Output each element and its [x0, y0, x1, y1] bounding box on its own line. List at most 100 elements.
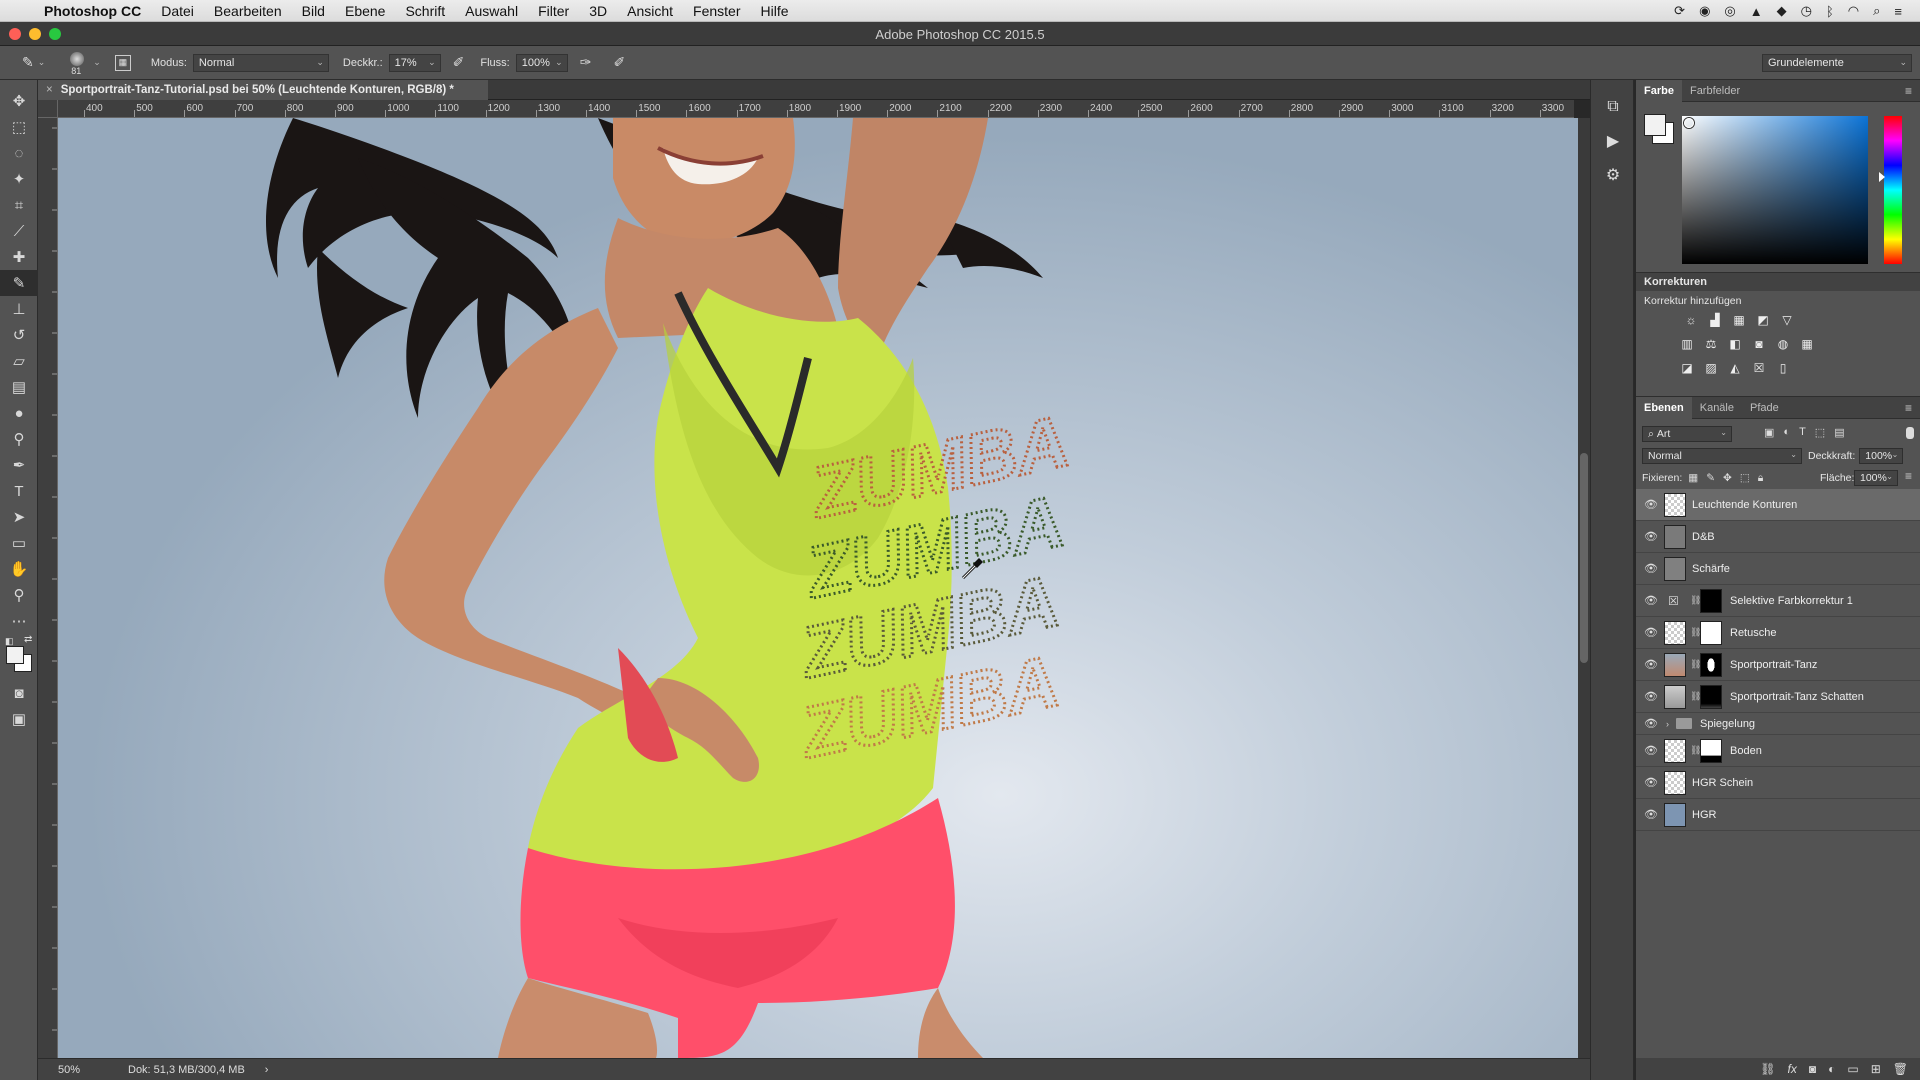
lasso-tool-icon[interactable]: ◌ [0, 140, 38, 166]
menu-bild[interactable]: Bild [302, 3, 325, 19]
dodge-tool-icon[interactable]: ⚲ [0, 426, 38, 452]
opacity-input[interactable]: 100% ⌄ [1859, 448, 1904, 464]
layer-mask-thumbnail[interactable] [1700, 589, 1722, 613]
lock-artboard-icon[interactable]: ⬚ [1740, 472, 1750, 485]
healing-brush-icon[interactable]: ✚ [0, 244, 38, 270]
layer-name[interactable]: Leuchtende Konturen [1692, 499, 1797, 511]
image-canvas[interactable]: ZUMBA ZUMBA ZUMBA ZUMBA [58, 118, 1578, 1058]
crop-tool-icon[interactable]: ⌗ [0, 192, 38, 218]
filter-toggle[interactable] [1906, 427, 1914, 439]
hue-saturation-icon[interactable]: ▥ [1678, 335, 1696, 353]
scroll-thumb[interactable] [1580, 453, 1588, 663]
hue-slider[interactable] [1879, 116, 1902, 264]
layer-name[interactable]: HGR [1692, 809, 1716, 821]
visibility-eye-icon[interactable]: 👁︎ [1644, 658, 1658, 671]
channel-mixer-icon[interactable]: ◍ [1774, 335, 1792, 353]
new-group-icon[interactable]: ▭ [1847, 1062, 1858, 1076]
visibility-eye-icon[interactable]: 👁︎ [1644, 808, 1658, 821]
quick-mask-icon[interactable]: ◙ [0, 680, 38, 706]
curves-icon[interactable]: ▦ [1730, 311, 1748, 329]
panel-menu-icon[interactable]: ≡ [1905, 401, 1912, 415]
time-machine-icon[interactable]: ◷ [1801, 3, 1812, 19]
sync-icon[interactable]: ⟳ [1674, 3, 1685, 19]
menu-3d[interactable]: 3D [589, 3, 607, 19]
visibility-eye-icon[interactable]: 👁︎ [1644, 530, 1658, 543]
history-brush-icon[interactable]: ↺ [0, 322, 38, 348]
zoom-level[interactable]: 50% [38, 1064, 98, 1076]
layer-leuchtende-konturen[interactable]: 👁︎ Leuchtende Konturen [1636, 489, 1920, 521]
tab-farbe[interactable]: Farbe [1636, 79, 1682, 102]
layer-name[interactable]: Sportportrait-Tanz Schatten [1730, 691, 1864, 703]
tab-kanaele[interactable]: Kanäle [1692, 397, 1742, 419]
filter-shape-icon[interactable]: ⬚ [1815, 426, 1825, 439]
history-panel-icon[interactable]: ⧉ [1591, 90, 1635, 124]
fill-input[interactable]: 100% ⌄ [1854, 470, 1898, 486]
hand-tool-icon[interactable]: ✋ [0, 556, 38, 582]
workspace-select[interactable]: Grundelemente ⌄ [1762, 53, 1912, 72]
filter-type-icon[interactable]: T [1799, 426, 1806, 439]
invert-icon[interactable]: ◪ [1678, 359, 1696, 377]
layer-name[interactable]: HGR Schein [1692, 777, 1753, 789]
visibility-eye-icon[interactable]: 👁︎ [1644, 562, 1658, 575]
menu-schrift[interactable]: Schrift [405, 3, 445, 19]
filter-pixel-icon[interactable]: ▣ [1764, 426, 1774, 439]
gradient-map-icon[interactable]: ▯ [1774, 359, 1792, 377]
layer-mask-thumbnail[interactable] [1700, 739, 1722, 763]
layer-group-spiegelung[interactable]: 👁︎ › Spiegelung [1636, 713, 1920, 735]
creative-cloud-icon[interactable]: ◉ [1699, 3, 1710, 19]
status-menu-arrow-icon[interactable]: › [265, 1064, 269, 1076]
visibility-eye-icon[interactable]: 👁︎ [1644, 594, 1658, 607]
ruler-origin[interactable] [38, 100, 58, 118]
selective-color-icon[interactable]: ☒ [1750, 359, 1768, 377]
layer-name[interactable]: Schärfe [1692, 563, 1730, 575]
add-mask-icon[interactable]: ◙ [1809, 1062, 1816, 1076]
blend-mode-select[interactable]: Normal ⌄ [1642, 448, 1802, 464]
posterize-icon[interactable]: ▨ [1702, 359, 1720, 377]
brush-panel-toggle-icon[interactable]: ▦ [114, 54, 131, 71]
layer-hgr[interactable]: 👁︎ HGR [1636, 799, 1920, 831]
layer-retusche[interactable]: 👁︎ ⛓ Retusche [1636, 617, 1920, 649]
delete-layer-icon[interactable]: 🗑︎ [1893, 1062, 1908, 1076]
horizontal-ruler[interactable]: 400 500 600 700 800 900 1000 1100 1200 1300 1400 15… [58, 100, 1574, 118]
document-tab[interactable]: × Sportportrait-Tanz-Tutorial.psd bei 50… [38, 80, 488, 100]
exposure-icon[interactable]: ◩ [1754, 311, 1772, 329]
new-layer-icon[interactable]: ⊞ [1871, 1062, 1881, 1076]
tool-preset-chevron-icon[interactable]: ⌄ [38, 57, 46, 68]
menu-ansicht[interactable]: Ansicht [627, 3, 673, 19]
layer-mask-thumbnail[interactable] [1700, 685, 1722, 709]
layer-boden[interactable]: 👁︎ ⛓ Boden [1636, 735, 1920, 767]
fluss-select[interactable]: 100% ⌄ [515, 53, 568, 72]
tab-pfade[interactable]: Pfade [1742, 397, 1787, 419]
pressure-opacity-icon[interactable]: ✐ [453, 54, 465, 71]
lock-transparency-icon[interactable]: ▦ [1688, 472, 1698, 485]
visibility-eye-icon[interactable]: 👁︎ [1644, 690, 1658, 703]
filter-adjustment-icon[interactable]: ◐ [1783, 426, 1790, 439]
screen-mode-icon[interactable]: ▣ [0, 706, 38, 732]
path-selection-icon[interactable]: ➤ [0, 504, 38, 530]
layer-db[interactable]: 👁︎ D&B [1636, 521, 1920, 553]
filter-smartobject-icon[interactable]: ▤ [1834, 426, 1844, 439]
swap-colors-icon[interactable]: ⇄ [24, 634, 32, 645]
levels-icon[interactable]: ▟ [1706, 311, 1724, 329]
brush-size-picker[interactable]: 81 [67, 50, 87, 76]
blur-tool-icon[interactable]: ● [0, 400, 38, 426]
menu-auswahl[interactable]: Auswahl [465, 3, 518, 19]
menu-datei[interactable]: Datei [161, 3, 194, 19]
type-tool-icon[interactable]: T [0, 478, 38, 504]
clone-stamp-icon[interactable]: ⊥ [0, 296, 38, 322]
lock-position-icon[interactable]: ✥ [1723, 472, 1732, 485]
deckkr-select[interactable]: 17% ⌄ [388, 53, 441, 72]
move-tool-icon[interactable]: ✥ [0, 88, 38, 114]
new-adjustment-layer-icon[interactable]: ◐ [1828, 1062, 1835, 1076]
brush-tool-icon[interactable]: ✎ [0, 270, 38, 296]
threshold-icon[interactable]: ◭ [1726, 359, 1744, 377]
layer-mask-thumbnail[interactable] [1700, 621, 1722, 645]
properties-panel-icon[interactable]: ⚙ [1591, 158, 1635, 192]
lock-pixels-icon[interactable]: ✎ [1706, 472, 1715, 485]
layer-schaerfe[interactable]: 👁︎ Schärfe [1636, 553, 1920, 585]
rectangular-marquee-icon[interactable]: ⬚ [0, 114, 38, 140]
eraser-tool-icon[interactable]: ▱ [0, 348, 38, 374]
color-balance-icon[interactable]: ⚖ [1702, 335, 1720, 353]
layer-name[interactable]: Boden [1730, 745, 1762, 757]
menu-app-name[interactable]: Photoshop CC [44, 3, 141, 19]
